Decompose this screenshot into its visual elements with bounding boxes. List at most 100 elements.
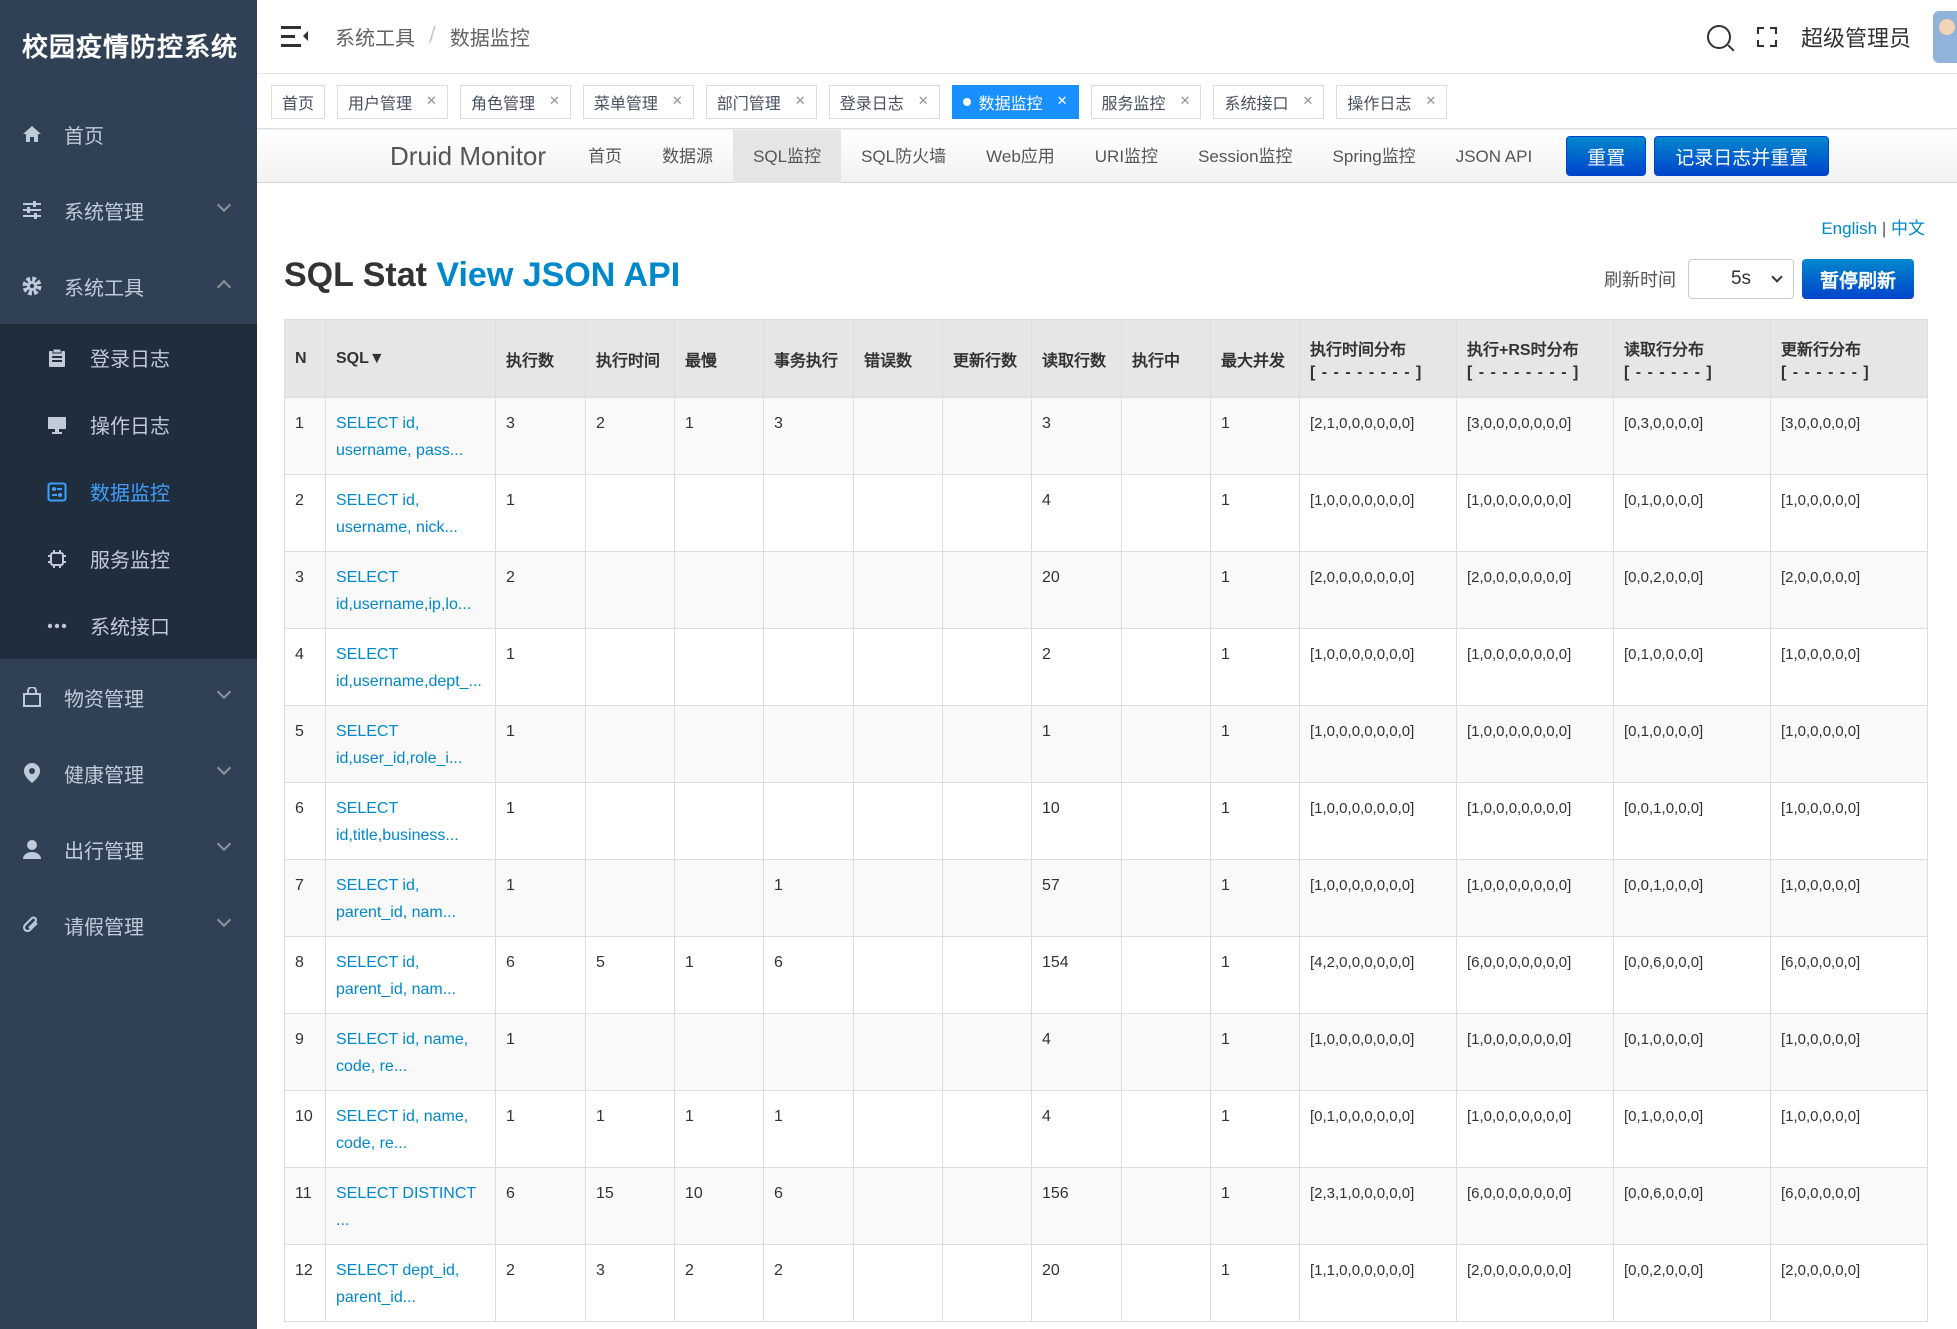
sql-link[interactable]: SELECT id,username,ip,lo... xyxy=(325,551,496,629)
location-pin-icon xyxy=(20,761,44,785)
tag-login-log[interactable]: 登录日志 ✕ xyxy=(828,84,940,119)
sql-link[interactable]: SELECT id,user_id,role_i... xyxy=(325,705,496,783)
druid-nav-uri[interactable]: URI监控 xyxy=(1075,130,1178,183)
close-icon[interactable]: ✕ xyxy=(672,94,683,109)
table-cell-col-update-row-dist: [3,0,0,0,0,0] xyxy=(1770,397,1928,475)
lang-chinese-link[interactable]: 中文 xyxy=(1891,219,1925,238)
table-cell-col-exec-count: 6 xyxy=(495,1167,586,1245)
table-header-col-running: 执行中 xyxy=(1121,319,1211,398)
tag-system-api[interactable]: 系统接口 ✕ xyxy=(1213,84,1325,119)
sql-link[interactable]: SELECT id, username, nick... xyxy=(325,474,496,552)
table-cell-col-exec-rs-dist: [2,0,0,0,0,0,0,0] xyxy=(1456,1244,1614,1322)
close-icon[interactable]: ✕ xyxy=(1057,94,1068,109)
druid-nav-wall[interactable]: SQL防火墙 xyxy=(841,130,966,183)
hamburger-icon[interactable] xyxy=(281,25,308,48)
druid-nav-webapp[interactable]: Web应用 xyxy=(966,130,1075,183)
sidebar-subitem-label: 数据监控 xyxy=(90,481,170,505)
sql-link[interactable]: SELECT DISTINCT ... xyxy=(325,1167,496,1245)
refresh-interval-select[interactable]: 5s xyxy=(1687,259,1794,299)
sidebar-item-system-api[interactable]: 系统接口 xyxy=(0,592,257,659)
table-cell-col-n: 7 xyxy=(284,859,326,937)
sidebar-item-operation-log[interactable]: 操作日志 xyxy=(0,391,257,458)
header-dist-scale: [ - - - - - - - - ] xyxy=(1467,363,1580,381)
table-cell-col-exec-time-dist: [2,3,1,0,0,0,0,0] xyxy=(1299,1167,1457,1245)
tag-role-management[interactable]: 角色管理 ✕ xyxy=(459,84,571,119)
table-cell-col-errors xyxy=(853,474,943,552)
sidebar-item-data-monitor[interactable]: 数据监控 xyxy=(0,458,257,525)
view-json-api-link[interactable]: View JSON API xyxy=(436,256,680,294)
druid-nav-home[interactable]: 首页 xyxy=(568,130,642,183)
druid-nav-spring[interactable]: Spring监控 xyxy=(1313,130,1436,183)
log-and-reset-button[interactable]: 记录日志并重置 xyxy=(1654,136,1830,176)
tag-menu-management[interactable]: 菜单管理 ✕ xyxy=(582,84,694,119)
sidebar-item-system-tools[interactable]: 系统工具 xyxy=(0,248,257,324)
sidebar-item-home[interactable]: 首页 xyxy=(0,96,257,172)
sql-link[interactable]: SELECT id, name, code, re... xyxy=(325,1090,496,1168)
close-icon[interactable]: ✕ xyxy=(918,94,929,109)
sidebar-item-health[interactable]: 健康管理 xyxy=(0,735,257,811)
table-cell-col-update-rows xyxy=(942,474,1032,552)
sidebar-item-travel[interactable]: 出行管理 xyxy=(0,811,257,887)
table-cell-col-exec-time-dist: [1,0,0,0,0,0,0,0] xyxy=(1299,705,1457,783)
table-row: 5 SELECT id,user_id,role_i... 1 1 1 [1,0,0,0,… xyxy=(284,705,1928,783)
tag-home[interactable]: 首页 xyxy=(271,84,326,119)
lang-english-link[interactable]: English xyxy=(1821,219,1877,238)
fullscreen-icon[interactable] xyxy=(1756,27,1777,47)
sql-link[interactable]: SELECT id, parent_id, nam... xyxy=(325,936,496,1014)
table-cell-col-n: 8 xyxy=(284,936,326,1014)
table-cell-col-max-concurrent: 1 xyxy=(1210,1167,1300,1245)
tag-data-monitor[interactable]: 数据监控 ✕ xyxy=(951,84,1079,119)
reset-button[interactable]: 重置 xyxy=(1566,136,1647,176)
close-icon[interactable]: ✕ xyxy=(1180,94,1191,109)
druid-nav-json-api[interactable]: JSON API xyxy=(1436,130,1553,183)
table-cell-col-running xyxy=(1121,628,1211,706)
header-label: 执行时间 xyxy=(596,352,661,370)
tag-user-management[interactable]: 用户管理 ✕ xyxy=(337,84,448,119)
sql-link[interactable]: SELECT id, username, pass... xyxy=(325,397,496,475)
sidebar-item-server-monitor[interactable]: 服务监控 xyxy=(0,525,257,592)
close-icon[interactable]: ✕ xyxy=(1302,94,1313,109)
table-row: 12 SELECT dept_id, parent_id... 2 3 2 2 20 1 [1,… xyxy=(284,1244,1928,1322)
table-cell-col-running xyxy=(1121,1013,1211,1091)
sql-link[interactable]: SELECT id, parent_id, nam... xyxy=(325,859,496,937)
table-cell-col-exec-rs-dist: [1,0,0,0,0,0,0,0] xyxy=(1456,1090,1614,1168)
tag-label: 数据监控 xyxy=(978,93,1043,113)
table-header-col-sql[interactable]: SQL▼ xyxy=(325,319,496,398)
search-icon[interactable] xyxy=(1706,25,1731,49)
sql-link[interactable]: SELECT dept_id, parent_id... xyxy=(325,1244,496,1322)
pause-refresh-button[interactable]: 暂停刷新 xyxy=(1801,259,1914,299)
table-cell-col-exec-count: 2 xyxy=(495,551,586,629)
tag-dept-management[interactable]: 部门管理 ✕ xyxy=(705,84,817,119)
druid-brand[interactable]: Druid Monitor xyxy=(390,141,546,172)
sidebar-item-label: 出行管理 xyxy=(64,838,144,863)
close-icon[interactable]: ✕ xyxy=(1425,94,1436,109)
table-cell-col-n: 4 xyxy=(284,628,326,706)
dashboard-icon xyxy=(46,481,68,503)
druid-nav-sql[interactable]: SQL监控 xyxy=(733,129,842,183)
close-icon[interactable]: ✕ xyxy=(549,94,560,109)
tag-server-monitor[interactable]: 服务监控 ✕ xyxy=(1090,84,1202,119)
tag-operation-log[interactable]: 操作日志 ✕ xyxy=(1336,84,1448,119)
top-navbar: 系统工具 / 数据监控 超级管理员 xyxy=(257,0,1957,74)
druid-nav-datasource[interactable]: 数据源 xyxy=(642,130,733,183)
sidebar-item-leave[interactable]: 请假管理 xyxy=(0,887,257,963)
table-cell-col-exec-rs-dist: [6,0,0,0,0,0,0,0] xyxy=(1456,936,1614,1014)
breadcrumb-item[interactable]: 系统工具 xyxy=(335,22,415,51)
sql-link[interactable]: SELECT id,username,dept_... xyxy=(325,628,496,706)
sidebar-item-supplies[interactable]: 物资管理 xyxy=(0,659,257,735)
chevron-down-icon xyxy=(216,912,232,928)
user-name[interactable]: 超级管理员 xyxy=(1801,21,1911,53)
table-cell-col-read-rows: 154 xyxy=(1031,936,1122,1014)
sidebar-item-system-management[interactable]: 系统管理 xyxy=(0,172,257,248)
table-header-col-errors: 错误数 xyxy=(853,319,943,398)
table-cell-col-n: 1 xyxy=(284,397,326,475)
close-icon[interactable]: ✕ xyxy=(426,94,437,109)
close-icon[interactable]: ✕ xyxy=(795,94,806,109)
sql-link[interactable]: SELECT id, name, code, re... xyxy=(325,1013,496,1091)
table-cell-col-errors xyxy=(853,705,943,783)
druid-nav-session[interactable]: Session监控 xyxy=(1178,130,1312,183)
avatar[interactable] xyxy=(1933,11,1957,63)
sidebar-item-login-log[interactable]: 登录日志 xyxy=(0,324,257,391)
table-cell-col-max-concurrent: 1 xyxy=(1210,936,1300,1014)
sql-link[interactable]: SELECT id,title,business... xyxy=(325,782,496,860)
